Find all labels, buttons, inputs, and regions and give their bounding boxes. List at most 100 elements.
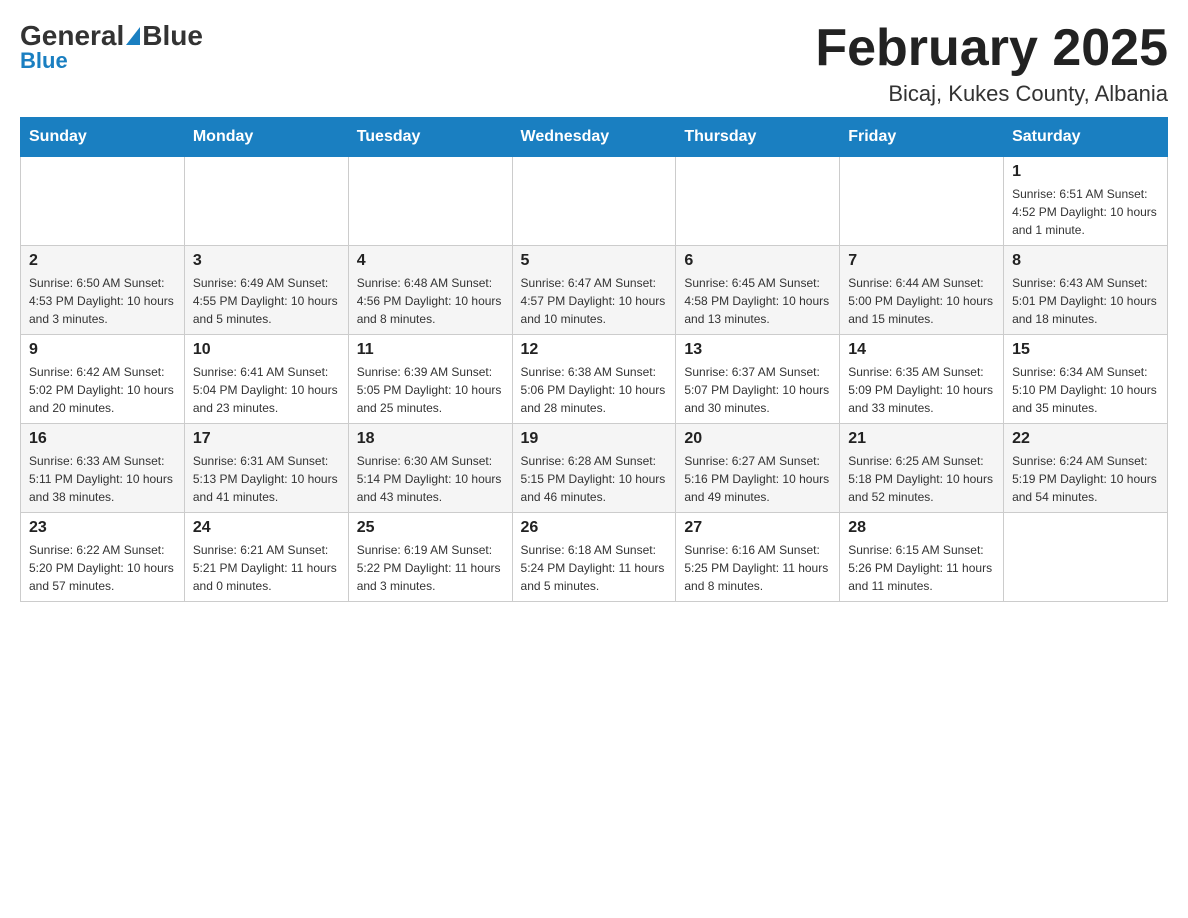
logo: General Blue Blue <box>20 20 203 74</box>
month-title: February 2025 <box>815 20 1168 77</box>
day-number: 21 <box>848 430 995 448</box>
day-number: 14 <box>848 341 995 359</box>
calendar-cell: 15 Sunrise: 6:34 AM Sunset: 5:10 PM Dayli… <box>1004 335 1168 424</box>
calendar-week-2: 2 Sunrise: 6:50 AM Sunset: 4:53 PM Daylig… <box>21 246 1168 335</box>
calendar-cell: 7 Sunrise: 6:44 AM Sunset: 5:00 PM Daylig… <box>840 246 1004 335</box>
calendar-header-row: SundayMondayTuesdayWednesdayThursdayFrid… <box>21 118 1168 157</box>
logo-triangle-icon <box>126 27 140 45</box>
day-info: Sunrise: 6:38 AM Sunset: 5:06 PM Dayligh… <box>521 363 668 417</box>
day-info: Sunrise: 6:30 AM Sunset: 5:14 PM Dayligh… <box>357 452 504 506</box>
calendar-cell: 14 Sunrise: 6:35 AM Sunset: 5:09 PM Dayli… <box>840 335 1004 424</box>
day-info: Sunrise: 6:47 AM Sunset: 4:57 PM Dayligh… <box>521 274 668 328</box>
calendar-cell: 10Sunrise: 6:41 AM Sunset: 5:04 PM Dayli… <box>184 335 348 424</box>
day-number: 20 <box>684 430 831 448</box>
day-info: Sunrise: 6:48 AM Sunset: 4:56 PM Dayligh… <box>357 274 504 328</box>
day-number: 18 <box>357 430 504 448</box>
day-info: Sunrise: 6:15 AM Sunset: 5:26 PM Dayligh… <box>848 541 995 595</box>
calendar-cell: 12 Sunrise: 6:38 AM Sunset: 5:06 PM Dayli… <box>512 335 676 424</box>
calendar-cell: 4 Sunrise: 6:48 AM Sunset: 4:56 PM Daylig… <box>348 246 512 335</box>
calendar-cell <box>348 157 512 246</box>
calendar-cell: 1 Sunrise: 6:51 AM Sunset: 4:52 PM Daylig… <box>1004 157 1168 246</box>
day-header-wednesday: Wednesday <box>512 118 676 157</box>
day-number: 15 <box>1012 341 1159 359</box>
day-info: Sunrise: 6:18 AM Sunset: 5:24 PM Dayligh… <box>521 541 668 595</box>
day-info: Sunrise: 6:35 AM Sunset: 5:09 PM Dayligh… <box>848 363 995 417</box>
day-number: 28 <box>848 519 995 537</box>
day-info: Sunrise: 6:25 AM Sunset: 5:18 PM Dayligh… <box>848 452 995 506</box>
day-number: 27 <box>684 519 831 537</box>
calendar-cell: 3 Sunrise: 6:49 AM Sunset: 4:55 PM Daylig… <box>184 246 348 335</box>
page-header: General Blue Blue February 2025 Bicaj, K… <box>20 20 1168 107</box>
calendar-cell: 20 Sunrise: 6:27 AM Sunset: 5:16 PM Dayli… <box>676 424 840 513</box>
day-info: Sunrise: 6:22 AM Sunset: 5:20 PM Dayligh… <box>29 541 176 595</box>
day-header-monday: Monday <box>184 118 348 157</box>
day-number: 16 <box>29 430 176 448</box>
day-number: 3 <box>193 252 340 270</box>
day-header-friday: Friday <box>840 118 1004 157</box>
calendar-cell: 17Sunrise: 6:31 AM Sunset: 5:13 PM Dayli… <box>184 424 348 513</box>
calendar-week-3: 9Sunrise: 6:42 AM Sunset: 5:02 PM Daylig… <box>21 335 1168 424</box>
calendar-cell <box>676 157 840 246</box>
day-header-thursday: Thursday <box>676 118 840 157</box>
day-info: Sunrise: 6:42 AM Sunset: 5:02 PM Dayligh… <box>29 363 176 417</box>
calendar-cell: 24Sunrise: 6:21 AM Sunset: 5:21 PM Dayli… <box>184 513 348 602</box>
day-info: Sunrise: 6:19 AM Sunset: 5:22 PM Dayligh… <box>357 541 504 595</box>
calendar-cell: 28 Sunrise: 6:15 AM Sunset: 5:26 PM Dayli… <box>840 513 1004 602</box>
calendar-cell: 26 Sunrise: 6:18 AM Sunset: 5:24 PM Dayli… <box>512 513 676 602</box>
day-info: Sunrise: 6:39 AM Sunset: 5:05 PM Dayligh… <box>357 363 504 417</box>
day-number: 7 <box>848 252 995 270</box>
day-info: Sunrise: 6:49 AM Sunset: 4:55 PM Dayligh… <box>193 274 340 328</box>
day-number: 8 <box>1012 252 1159 270</box>
day-number: 13 <box>684 341 831 359</box>
calendar-cell: 11 Sunrise: 6:39 AM Sunset: 5:05 PM Dayli… <box>348 335 512 424</box>
day-info: Sunrise: 6:45 AM Sunset: 4:58 PM Dayligh… <box>684 274 831 328</box>
calendar-cell: 22 Sunrise: 6:24 AM Sunset: 5:19 PM Dayli… <box>1004 424 1168 513</box>
day-number: 26 <box>521 519 668 537</box>
day-number: 4 <box>357 252 504 270</box>
calendar-cell <box>21 157 185 246</box>
calendar-cell <box>1004 513 1168 602</box>
calendar-week-4: 16 Sunrise: 6:33 AM Sunset: 5:11 PM Dayli… <box>21 424 1168 513</box>
day-info: Sunrise: 6:31 AM Sunset: 5:13 PM Dayligh… <box>193 452 340 506</box>
day-info: Sunrise: 6:33 AM Sunset: 5:11 PM Dayligh… <box>29 452 176 506</box>
day-info: Sunrise: 6:37 AM Sunset: 5:07 PM Dayligh… <box>684 363 831 417</box>
calendar-cell: 9Sunrise: 6:42 AM Sunset: 5:02 PM Daylig… <box>21 335 185 424</box>
day-header-tuesday: Tuesday <box>348 118 512 157</box>
day-number: 5 <box>521 252 668 270</box>
day-number: 1 <box>1012 163 1159 181</box>
day-number: 22 <box>1012 430 1159 448</box>
calendar-cell: 16 Sunrise: 6:33 AM Sunset: 5:11 PM Dayli… <box>21 424 185 513</box>
day-info: Sunrise: 6:50 AM Sunset: 4:53 PM Dayligh… <box>29 274 176 328</box>
day-header-sunday: Sunday <box>21 118 185 157</box>
day-info: Sunrise: 6:24 AM Sunset: 5:19 PM Dayligh… <box>1012 452 1159 506</box>
day-info: Sunrise: 6:44 AM Sunset: 5:00 PM Dayligh… <box>848 274 995 328</box>
day-number: 24 <box>193 519 340 537</box>
day-info: Sunrise: 6:51 AM Sunset: 4:52 PM Dayligh… <box>1012 185 1159 239</box>
day-number: 11 <box>357 341 504 359</box>
calendar-cell: 18 Sunrise: 6:30 AM Sunset: 5:14 PM Dayli… <box>348 424 512 513</box>
location-title: Bicaj, Kukes County, Albania <box>815 81 1168 107</box>
day-number: 12 <box>521 341 668 359</box>
calendar-cell: 21 Sunrise: 6:25 AM Sunset: 5:18 PM Dayli… <box>840 424 1004 513</box>
calendar-cell <box>840 157 1004 246</box>
calendar-cell: 19 Sunrise: 6:28 AM Sunset: 5:15 PM Dayli… <box>512 424 676 513</box>
calendar-cell <box>184 157 348 246</box>
day-info: Sunrise: 6:34 AM Sunset: 5:10 PM Dayligh… <box>1012 363 1159 417</box>
calendar-cell <box>512 157 676 246</box>
calendar-week-1: 1 Sunrise: 6:51 AM Sunset: 4:52 PM Daylig… <box>21 157 1168 246</box>
day-number: 6 <box>684 252 831 270</box>
calendar-cell: 5 Sunrise: 6:47 AM Sunset: 4:57 PM Daylig… <box>512 246 676 335</box>
calendar-cell: 6 Sunrise: 6:45 AM Sunset: 4:58 PM Daylig… <box>676 246 840 335</box>
calendar-cell: 25Sunrise: 6:19 AM Sunset: 5:22 PM Dayli… <box>348 513 512 602</box>
day-header-saturday: Saturday <box>1004 118 1168 157</box>
calendar-cell: 27 Sunrise: 6:16 AM Sunset: 5:25 PM Dayli… <box>676 513 840 602</box>
day-number: 2 <box>29 252 176 270</box>
day-number: 19 <box>521 430 668 448</box>
day-info: Sunrise: 6:16 AM Sunset: 5:25 PM Dayligh… <box>684 541 831 595</box>
day-info: Sunrise: 6:28 AM Sunset: 5:15 PM Dayligh… <box>521 452 668 506</box>
calendar-cell: 13 Sunrise: 6:37 AM Sunset: 5:07 PM Dayli… <box>676 335 840 424</box>
day-info: Sunrise: 6:43 AM Sunset: 5:01 PM Dayligh… <box>1012 274 1159 328</box>
calendar-cell: 8 Sunrise: 6:43 AM Sunset: 5:01 PM Daylig… <box>1004 246 1168 335</box>
day-info: Sunrise: 6:27 AM Sunset: 5:16 PM Dayligh… <box>684 452 831 506</box>
logo-subtitle: Blue <box>20 48 68 74</box>
